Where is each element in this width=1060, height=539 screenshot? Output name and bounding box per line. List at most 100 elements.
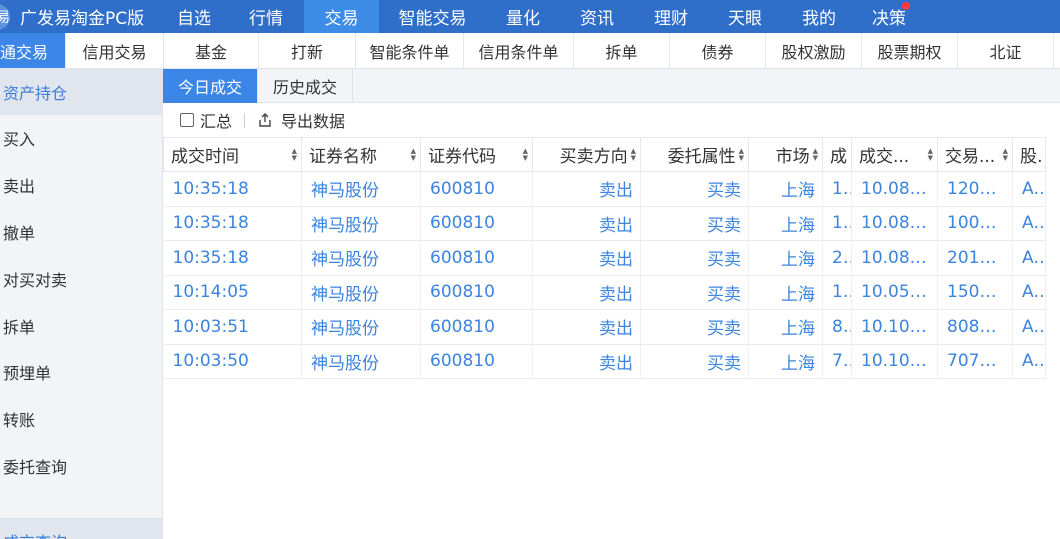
column-header[interactable]: 成交... ▲ ▼ xyxy=(851,137,938,172)
column-header[interactable]: 证券代码 ▲ ▼ xyxy=(420,137,533,172)
nav-item-decision[interactable]: 决策 xyxy=(856,0,922,33)
table-cell: 10.0800 xyxy=(851,206,938,241)
sort-icon[interactable]: ▲ ▼ xyxy=(631,147,636,162)
sort-icon[interactable]: ▲ ▼ xyxy=(292,147,297,162)
sidebar-item-label: 撤单 xyxy=(3,223,36,243)
app-title: 广发易淘金PC版 xyxy=(20,9,145,29)
tab-history-deals[interactable]: 历史成交 xyxy=(258,69,353,103)
table-cell: 10.0800 xyxy=(851,240,938,276)
app-logo-icon: 易 xyxy=(0,3,10,30)
column-header[interactable]: 股.. xyxy=(1012,137,1046,172)
table-cell: 1209... xyxy=(937,171,1013,207)
subnav-split-order[interactable]: 拆单 xyxy=(574,33,670,68)
table-row[interactable]: 10:35:18神马股份600810卖出买卖上海1...10.08001008.… xyxy=(163,206,1046,241)
sidebar-item-label: 买入 xyxy=(3,130,36,150)
column-header[interactable]: 成交时间 ▲ ▼ xyxy=(163,137,302,172)
sidebar-item-cross-trade[interactable]: 对买对卖 xyxy=(0,255,162,302)
sidebar-item-cancel[interactable]: 撤单 xyxy=(0,209,162,256)
table-cell: 卖出 xyxy=(532,309,641,345)
sort-icon[interactable]: ▲ ▼ xyxy=(928,147,933,162)
subnav-label: 通交易 xyxy=(0,42,49,62)
table-row[interactable]: 10:35:18神马股份600810卖出买卖上海2...10.08002016.… xyxy=(163,240,1046,276)
nav-label: 交易 xyxy=(324,9,359,29)
sidebar-item-split[interactable]: 拆单 xyxy=(0,302,162,349)
subnav-label: 基金 xyxy=(194,42,227,62)
column-header-label: 股.. xyxy=(1020,147,1041,167)
table-body: 10:35:18神马股份600810卖出买卖上海1...10.08001209.… xyxy=(163,171,1046,379)
subnav-credit-trade[interactable]: 信用交易 xyxy=(66,33,164,68)
table-cell: 10:03:51 xyxy=(163,309,302,345)
sidebar-item-buy[interactable]: 买入 xyxy=(0,115,162,162)
export-icon xyxy=(259,113,271,127)
table-row[interactable]: 10:35:18神马股份600810卖出买卖上海1...10.08001209.… xyxy=(163,171,1046,207)
table-row[interactable]: 10:03:50神马股份600810卖出买卖上海7...10.10007070.… xyxy=(163,344,1046,379)
table-cell: 买卖 xyxy=(640,171,749,207)
subnav-normal-trade[interactable]: 通交易 xyxy=(0,33,66,68)
table-cell: 上海 xyxy=(748,275,823,310)
sidebar-group-deal-query[interactable]: 成交查询 xyxy=(0,518,163,539)
table-cell: 10.0500 xyxy=(851,275,938,310)
table-cell: 神马股份 xyxy=(301,171,421,207)
column-header[interactable]: 买卖方向 ▲ ▼ xyxy=(532,137,641,172)
column-header[interactable]: 交易... ▲ ▼ xyxy=(937,137,1013,172)
subnav-bse[interactable]: 北证 xyxy=(958,33,1054,68)
table-cell: 神马股份 xyxy=(301,206,421,241)
export-button[interactable]: 导出数据 xyxy=(257,108,345,132)
subnav-stock-options[interactable]: 股票期权 xyxy=(862,33,958,68)
nav-label: 智能交易 xyxy=(398,9,467,29)
sort-icon[interactable]: ▲ ▼ xyxy=(523,147,528,162)
subnav-label: 拆单 xyxy=(605,42,638,62)
export-label: 导出数据 xyxy=(281,112,346,131)
sidebar-item-sell[interactable]: 卖出 xyxy=(0,162,162,209)
column-header[interactable]: 委托属性 ▲ ▼ xyxy=(640,137,749,172)
nav-item-trade[interactable]: 交易 xyxy=(304,0,379,33)
sort-icon[interactable]: ▲ ▼ xyxy=(739,147,744,162)
nav-item-tianyan[interactable]: 天眼 xyxy=(708,0,782,33)
nav-item-smart-trade[interactable]: 智能交易 xyxy=(379,0,486,33)
sort-icon[interactable]: ▲ ▼ xyxy=(411,147,416,162)
table-cell: 10.1000 xyxy=(851,344,938,379)
table-cell: 上海 xyxy=(748,309,823,345)
subnav-bond[interactable]: 债券 xyxy=(670,33,766,68)
table-cell: 600810 xyxy=(420,275,533,310)
table-cell: 2... xyxy=(822,240,852,276)
column-header-inner: 股.. xyxy=(1020,142,1041,167)
subnav-fund[interactable]: 基金 xyxy=(164,33,259,68)
sidebar-group-assets[interactable]: 资产持仓 xyxy=(0,69,162,115)
nav-item-watchlist[interactable]: 自选 xyxy=(160,0,228,33)
subnav-label: 北证 xyxy=(989,42,1022,62)
nav-item-news[interactable]: 资讯 xyxy=(560,0,634,33)
subnav-label: 信用条件单 xyxy=(478,42,559,62)
sort-icon[interactable]: ▲ ▼ xyxy=(1003,147,1008,162)
table-cell: 1... xyxy=(822,171,852,207)
tab-label: 历史成交 xyxy=(272,78,337,97)
sort-icon[interactable]: ▲ ▼ xyxy=(813,147,818,162)
sidebar-item-transfer[interactable]: 转账 xyxy=(0,396,162,443)
column-header[interactable]: 市场 ▲ ▼ xyxy=(748,137,823,172)
table-cell: 8080... xyxy=(937,309,1013,345)
table-cell: 上海 xyxy=(748,206,823,241)
nav-item-mine[interactable]: 我的 xyxy=(782,0,856,33)
subnav-ipo[interactable]: 打新 xyxy=(259,33,356,68)
subnav-equity-incentive[interactable]: 股权激励 xyxy=(766,33,862,68)
sidebar-item-order-query[interactable]: 委托查询 xyxy=(0,443,162,490)
nav-item-wealth[interactable]: 理财 xyxy=(634,0,708,33)
sidebar-item-preset-order[interactable]: 预埋单 xyxy=(0,349,162,396)
column-header[interactable]: 证券名称 ▲ ▼ xyxy=(301,137,421,172)
subnav-smart-condition[interactable]: 智能条件单 xyxy=(356,33,464,68)
table-cell: 10:35:18 xyxy=(163,171,302,207)
tab-today-deals[interactable]: 今日成交 xyxy=(163,69,258,103)
sidebar-item-label: 预埋单 xyxy=(3,364,52,384)
column-header[interactable]: 成. xyxy=(822,137,852,172)
table-row[interactable]: 10:03:51神马股份600810卖出买卖上海8...10.10008080.… xyxy=(163,309,1046,345)
nav-item-quant[interactable]: 量化 xyxy=(486,0,560,33)
table-cell: A... xyxy=(1012,206,1046,241)
table-row[interactable]: 10:14:05神马股份600810卖出买卖上海1...10.05001507.… xyxy=(163,275,1046,310)
nav-label: 天眼 xyxy=(728,9,762,29)
subnav-credit-condition[interactable]: 信用条件单 xyxy=(464,33,574,68)
nav-item-market[interactable]: 行情 xyxy=(228,0,304,33)
table-cell: 上海 xyxy=(748,171,823,207)
summary-checkbox[interactable]: 汇总 xyxy=(180,108,232,132)
table-cell: 卖出 xyxy=(532,171,641,207)
column-header-inner: 成交时间 ▲ ▼ xyxy=(171,142,297,167)
